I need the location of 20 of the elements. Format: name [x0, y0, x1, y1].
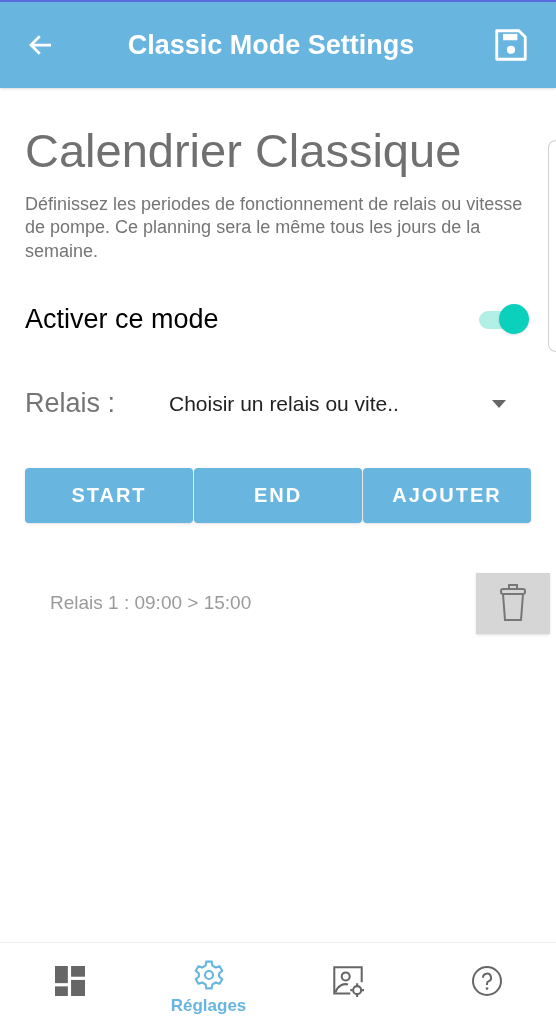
- settings-icon: [192, 959, 225, 991]
- description-text: Définissez les periodes de fonctionnement de relais ou vitesse de pompe. Ce planning sera le même tous les jours de la semaine.: [25, 192, 524, 263]
- relay-label: Relais :: [25, 387, 117, 421]
- screen-title: Classic Mode Settings: [126, 28, 416, 62]
- page-heading: Calendrier Classique: [25, 123, 463, 179]
- action-button[interactable]: START: [25, 467, 193, 523]
- profile-settings-icon: [331, 964, 364, 997]
- relay-dropdown[interactable]: Choisir un relais ou vite..: [169, 387, 531, 420]
- trash-icon: [498, 583, 528, 624]
- help-icon: [470, 964, 503, 997]
- toggle-switch[interactable]: [479, 305, 527, 334]
- action-button[interactable]: AJOUTER: [363, 467, 531, 523]
- dashboard-icon: [54, 965, 85, 996]
- caret-icon: [492, 399, 506, 408]
- action-button[interactable]: END: [194, 467, 362, 523]
- nav-tab[interactable]: Réglages: [139, 943, 278, 1024]
- delete-button[interactable]: [476, 572, 550, 634]
- activate-label: Activer ce mode: [25, 302, 220, 336]
- schedule-entry: Relais 1 : 09:00 > 15:00: [49, 591, 253, 616]
- save-icon[interactable]: [492, 26, 530, 64]
